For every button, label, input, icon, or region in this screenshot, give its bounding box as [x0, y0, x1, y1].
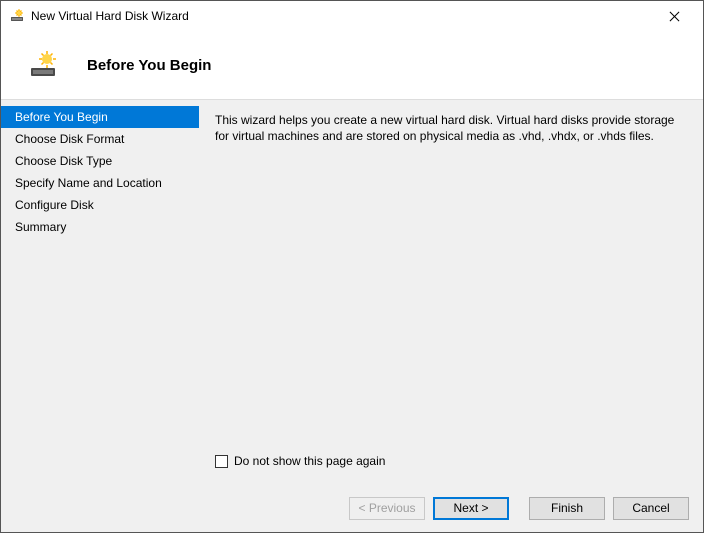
- step-choose-disk-type[interactable]: Choose Disk Type: [1, 150, 199, 172]
- close-button[interactable]: [655, 2, 695, 30]
- app-icon: [9, 8, 25, 24]
- titlebar: New Virtual Hard Disk Wizard: [1, 1, 703, 31]
- wizard-body: Before You Begin Choose Disk Format Choo…: [1, 99, 703, 484]
- cancel-button[interactable]: Cancel: [613, 497, 689, 520]
- step-configure-disk[interactable]: Configure Disk: [1, 194, 199, 216]
- step-before-you-begin[interactable]: Before You Begin: [1, 106, 199, 128]
- wizard-steps-sidebar: Before You Begin Choose Disk Format Choo…: [1, 100, 199, 484]
- do-not-show-label: Do not show this page again: [234, 454, 385, 468]
- step-choose-disk-format[interactable]: Choose Disk Format: [1, 128, 199, 150]
- window-title: New Virtual Hard Disk Wizard: [31, 9, 655, 23]
- do-not-show-checkbox[interactable]: [215, 455, 228, 468]
- wizard-content: This wizard helps you create a new virtu…: [199, 100, 703, 484]
- do-not-show-row[interactable]: Do not show this page again: [215, 454, 685, 468]
- previous-button: < Previous: [349, 497, 425, 520]
- wizard-header: Before You Begin: [1, 31, 703, 99]
- next-button[interactable]: Next >: [433, 497, 509, 520]
- close-icon: [670, 11, 680, 21]
- wizard-header-icon: [27, 49, 59, 81]
- intro-text: This wizard helps you create a new virtu…: [215, 112, 685, 144]
- step-specify-name-location[interactable]: Specify Name and Location: [1, 172, 199, 194]
- finish-button[interactable]: Finish: [529, 497, 605, 520]
- wizard-footer: < Previous Next > Finish Cancel: [1, 484, 703, 532]
- page-title: Before You Begin: [87, 57, 211, 74]
- content-spacer: [215, 144, 685, 454]
- step-summary[interactable]: Summary: [1, 216, 199, 238]
